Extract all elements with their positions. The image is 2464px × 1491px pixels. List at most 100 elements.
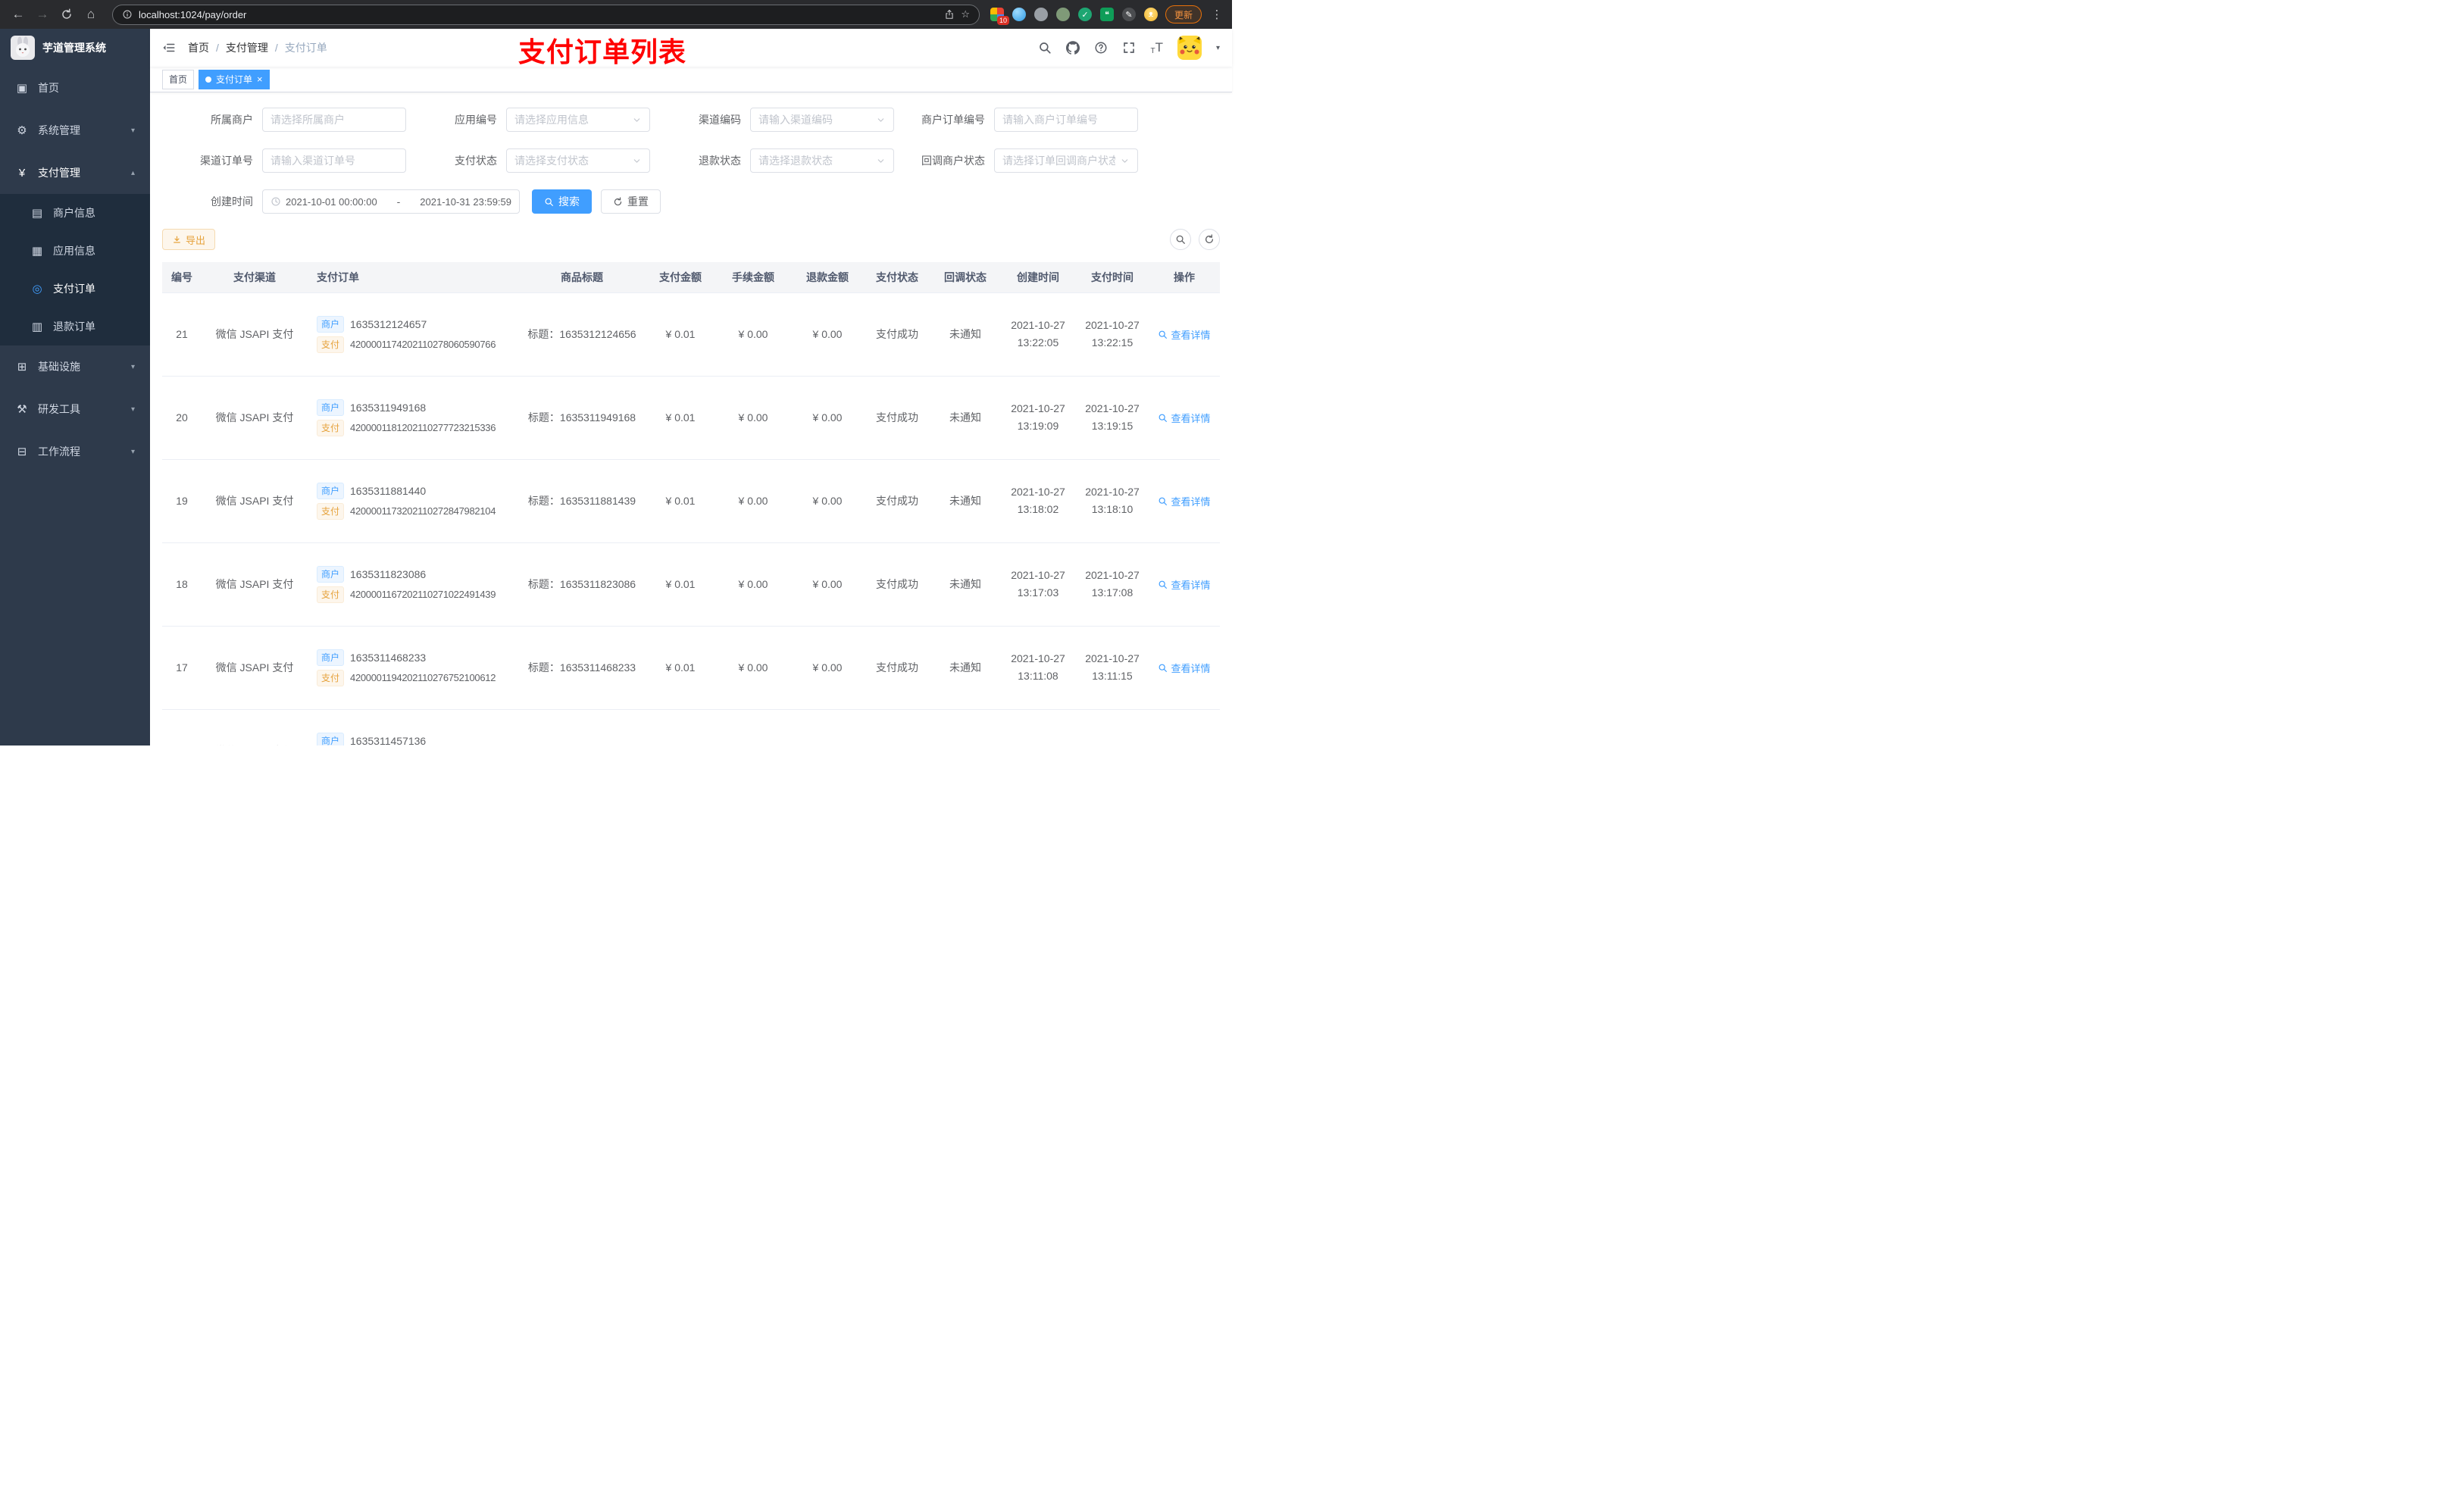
extension-face-icon[interactable]: ᴥ <box>1143 8 1158 21</box>
site-info-icon[interactable] <box>122 9 133 20</box>
fee-amount: ¥ 0.00 <box>738 411 768 424</box>
merchant-tag: 商户 <box>317 732 345 746</box>
sidebar-item-devtools[interactable]: ⚒ 研发工具 ▾ <box>0 388 150 430</box>
pay-status-select[interactable]: 请选择支付状态 <box>506 148 650 173</box>
sidebar-item-system[interactable]: ⚙ 系统管理 ▾ <box>0 109 150 152</box>
font-size-icon[interactable]: TT <box>1150 40 1163 55</box>
view-detail-link[interactable]: 查看详情 <box>1158 494 1211 508</box>
address-bar[interactable]: localhost:1024/pay/order ☆ <box>112 4 980 25</box>
pay-channel: 微信 JSAPI 支付 <box>215 495 294 507</box>
sidebar-item-workflow[interactable]: ⊟ 工作流程 ▾ <box>0 430 150 473</box>
merchant-order-line: 商户 1635311457136 <box>317 732 514 746</box>
breadcrumb-home[interactable]: 首页 <box>188 40 209 55</box>
github-icon[interactable] <box>1066 41 1080 55</box>
extension-check-icon[interactable]: ✓ <box>1077 8 1092 21</box>
channel-code-select[interactable]: 请输入渠道编码 <box>750 108 894 132</box>
navbar: 首页 / 支付管理 / 支付订单 支付订单列表 TT ▾ <box>150 29 1232 67</box>
merchant-input[interactable]: 请选择所属商户 <box>262 108 406 132</box>
reset-button[interactable]: 重置 <box>601 189 661 214</box>
chevron-up-icon: ▴ <box>130 168 135 177</box>
sidebar: 芋道管理系统 ▣ 首页 ⚙ 系统管理 ▾ ¥ 支付管理 ▴ ▤ 商户信息 ▦ 应… <box>0 29 150 746</box>
view-detail-link[interactable]: 查看详情 <box>1158 411 1211 425</box>
chevron-down-icon: ▾ <box>130 126 135 135</box>
app-no-select[interactable]: 请选择应用信息 <box>506 108 650 132</box>
payment-submenu: ▤ 商户信息 ▦ 应用信息 ◎ 支付订单 ▥ 退款订单 <box>0 194 150 345</box>
browser-update-button[interactable]: 更新 <box>1165 5 1202 23</box>
avatar-caret-icon[interactable]: ▾ <box>1216 44 1220 52</box>
tag-home[interactable]: 首页 <box>162 69 195 89</box>
share-icon[interactable] <box>944 9 955 20</box>
browser-home-icon[interactable]: ⌂ <box>80 4 102 25</box>
create-time-range-picker[interactable]: 2021-10-01 00:00:00 - 2021-10-31 23:59:5… <box>262 189 520 214</box>
extension-gray-icon[interactable] <box>1033 8 1048 21</box>
navbar-actions: TT ▾ <box>1038 36 1220 60</box>
pay-date: 2021-10-27 <box>1085 485 1140 498</box>
hamburger-icon[interactable] <box>162 41 176 55</box>
browser-forward-icon[interactable]: → <box>32 4 53 25</box>
refund-amount: ¥ 0.00 <box>812 661 843 674</box>
help-icon[interactable] <box>1094 41 1108 55</box>
merchant-card-icon: ▤ <box>31 207 43 220</box>
sidebar-item-pay-order[interactable]: ◎ 支付订单 <box>0 270 150 308</box>
filter-row-2: 渠道订单号 请输入渠道订单号 支付状态 请选择支付状态 退款状态 请选择退款状态… <box>162 148 1220 173</box>
sidebar-item-refund-order[interactable]: ▥ 退款订单 <box>0 308 150 345</box>
merchant-order-line: 商户 1635311823086 <box>317 565 514 583</box>
close-icon[interactable]: × <box>257 74 263 84</box>
refresh-button[interactable] <box>1199 229 1220 250</box>
fee-amount: ¥ 0.00 <box>738 328 768 340</box>
extension-chat-icon[interactable]: ❝ <box>1099 8 1114 21</box>
search-icon[interactable] <box>1038 41 1052 55</box>
pay-date: 2021-10-27 <box>1085 402 1140 414</box>
view-detail-link[interactable]: 查看详情 <box>1158 661 1211 675</box>
tags-view: 首页 支付订单 × <box>150 67 1232 92</box>
pay-status: 支付成功 <box>876 578 918 590</box>
view-detail-link[interactable]: 查看详情 <box>1158 744 1210 746</box>
browser-reload-icon[interactable] <box>56 4 77 25</box>
fullscreen-icon[interactable] <box>1122 41 1136 55</box>
pay-channel: 微信 JSAPI 支付 <box>215 411 294 424</box>
tag-pay-order[interactable]: 支付订单 × <box>199 69 270 89</box>
merchant-tag: 商户 <box>317 315 345 333</box>
sidebar-item-app-info[interactable]: ▦ 应用信息 <box>0 232 150 270</box>
dashboard-icon: ▣ <box>16 82 28 95</box>
breadcrumb-payment[interactable]: 支付管理 <box>226 40 268 55</box>
export-button[interactable]: 导出 <box>162 229 216 250</box>
date-end: 2021-10-31 23:59:59 <box>420 195 511 208</box>
view-detail-link[interactable]: 查看详情 <box>1158 327 1211 342</box>
pay-order-line: 支付 4200001181202110277723215336 <box>317 419 514 436</box>
browser-chrome: ← → ⌂ localhost:1024/pay/order ☆ 10 ✓ ❝ … <box>0 0 1232 29</box>
merchant-order-no: 1635311881440 <box>350 484 427 497</box>
logo[interactable]: 芋道管理系统 <box>0 29 150 67</box>
browser-menu-icon[interactable]: ⋮ <box>1209 8 1224 21</box>
merchant-order-no-input[interactable]: 请输入商户订单编号 <box>994 108 1138 132</box>
pay-amount: ¥ 0.01 <box>665 328 696 340</box>
search-button[interactable]: 搜索 <box>532 189 592 214</box>
extension-olive-icon[interactable] <box>1055 8 1070 21</box>
avatar[interactable] <box>1177 36 1202 60</box>
order-id: 16 <box>176 745 188 746</box>
notify-status-select[interactable]: 请选择订单回调商户状态 <box>994 148 1138 173</box>
extension-colorful-icon[interactable]: 10 <box>990 8 1009 25</box>
notify-status: 未通知 <box>949 578 981 590</box>
refund-status-select[interactable]: 请选择退款状态 <box>750 148 894 173</box>
sidebar-item-payment[interactable]: ¥ 支付管理 ▴ <box>0 152 150 194</box>
channel-order-no-input[interactable]: 请输入渠道订单号 <box>262 148 406 173</box>
sidebar-item-infra[interactable]: ⊞ 基础设施 ▾ <box>0 345 150 388</box>
sidebar-item-home[interactable]: ▣ 首页 <box>0 67 150 109</box>
product-title: 标题：1635311468233 <box>527 661 636 674</box>
extension-drop-icon[interactable] <box>1012 8 1026 21</box>
fee-amount: ¥ 0.00 <box>738 495 768 507</box>
toggle-search-button[interactable] <box>1170 229 1191 250</box>
extension-pin-icon[interactable]: ✎ <box>1121 8 1136 21</box>
merchant-order-no: 1635312124657 <box>350 317 427 330</box>
browser-back-icon[interactable]: ← <box>8 4 29 25</box>
fee-amount: ¥ 0.00 <box>738 661 768 674</box>
view-detail-link[interactable]: 查看详情 <box>1158 577 1211 592</box>
sidebar-item-merchant-info[interactable]: ▤ 商户信息 <box>0 194 150 232</box>
merchant-order-line: 商户 1635311468233 <box>317 649 514 666</box>
pay-amount: ¥ 0.01 <box>665 578 696 590</box>
refund-amount: ¥ 0.00 <box>812 411 843 424</box>
create-date: 2021-10-27 <box>1011 402 1065 414</box>
create-date: 2021-10-27 <box>1011 485 1065 498</box>
bookmark-star-icon[interactable]: ☆ <box>961 8 970 20</box>
